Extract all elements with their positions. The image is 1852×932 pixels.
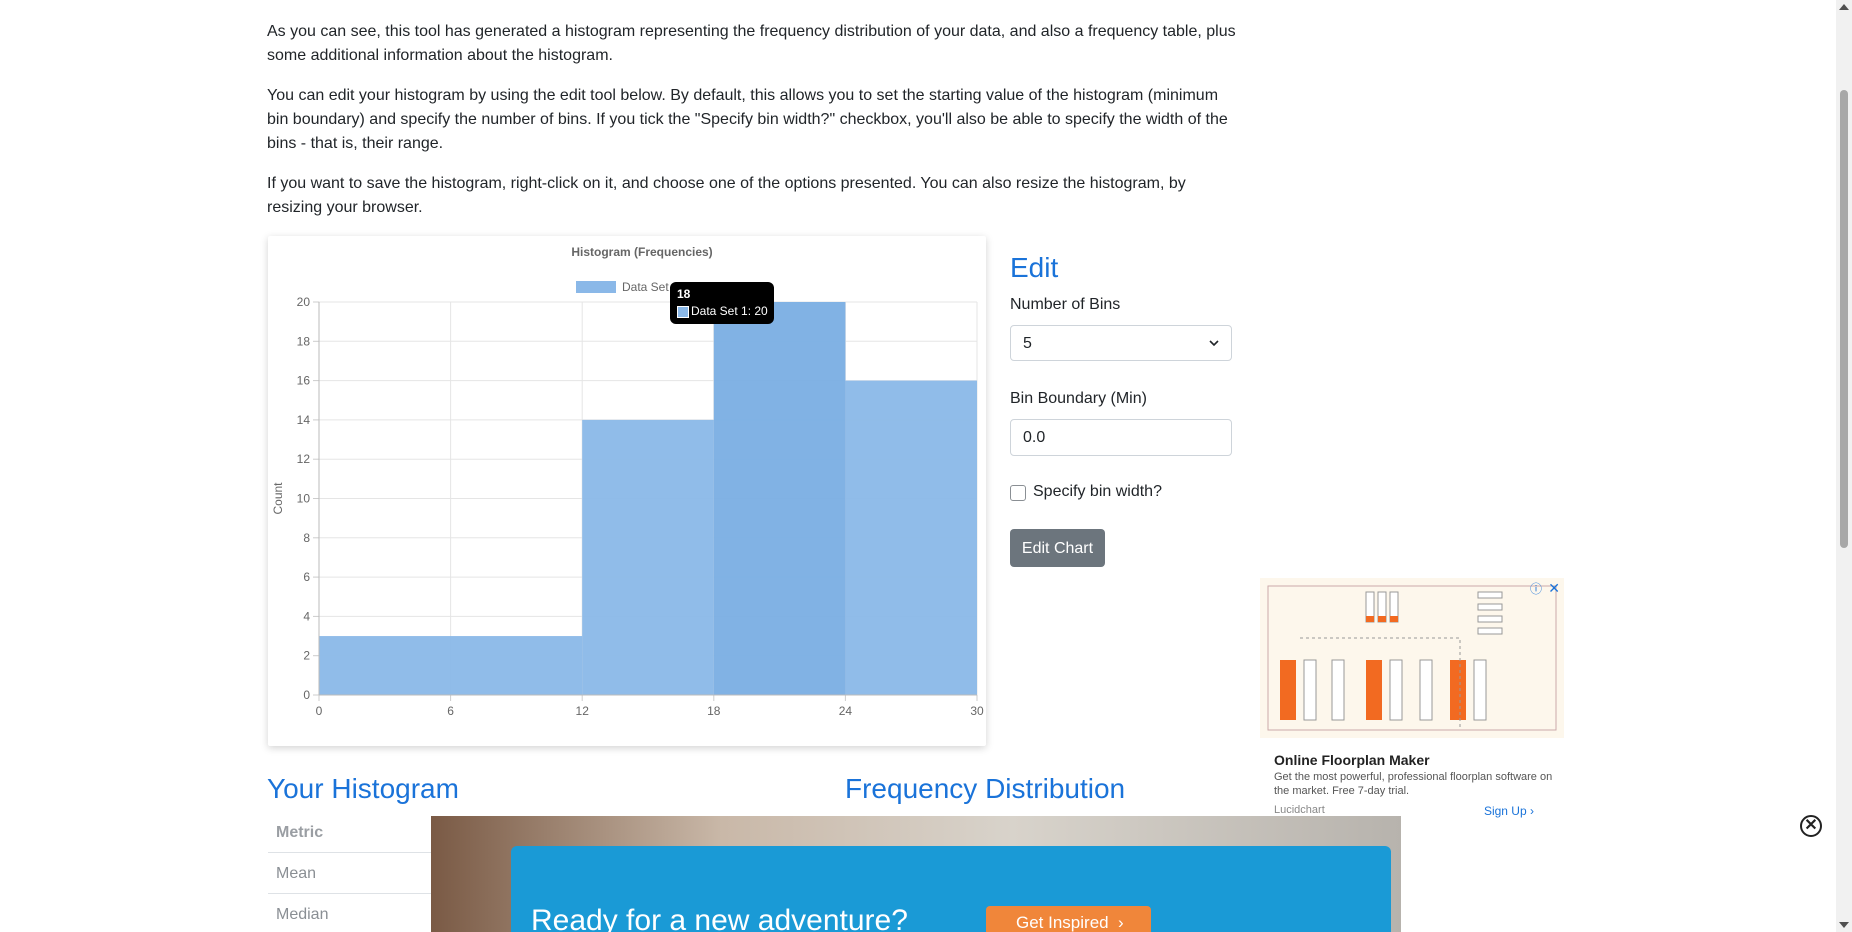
x-tick-label: 6 [447,704,454,718]
x-tick-label: 18 [707,704,721,718]
x-tick-label: 30 [970,704,984,718]
y-axis-label: Count [271,482,285,515]
tooltip-title: 18 [677,287,691,301]
y-tick-label: 0 [303,688,310,702]
bin-width-checkbox[interactable] [1010,485,1026,501]
table-divider [268,852,448,853]
x-tick-label: 0 [316,704,323,718]
bins-select[interactable]: 5 [1010,325,1232,361]
chart-title: Histogram (Frequencies) [571,245,712,259]
bins-select-value: 5 [1023,335,1032,352]
metric-row-mean: Mean [276,865,317,882]
bin-width-checkbox-label[interactable]: Specify bin width? [1033,483,1162,501]
chart-tooltip: 18 Data Set 1: 20 [670,282,774,324]
ad-description: Get the most powerful, professional floo… [1274,771,1553,797]
intro-paragraph-1: As you can see, this tool has generated … [267,23,1236,64]
your-histogram-heading: Your Histogram [267,773,459,804]
boundary-label: Bin Boundary (Min) [1010,390,1147,407]
ad-info-icon[interactable]: ⓘ [1530,580,1542,597]
scrollbar-thumb[interactable] [1840,90,1848,548]
x-tick-label: 24 [839,704,853,718]
edit-heading: Edit [1010,252,1059,283]
histogram-svg[interactable]: Histogram (Frequencies)Data Set024681012… [268,236,986,746]
bins-label: Number of Bins [1010,296,1121,313]
y-tick-label: 6 [303,570,310,584]
legend-swatch [576,281,616,293]
ad-banner-headline: Ready for a new adventure? [531,904,908,932]
ad-banner-cta-label: Get Inspired [1016,913,1109,932]
edit-chart-button[interactable]: Edit Chart [1010,529,1105,567]
x-tick-label: 12 [576,704,590,718]
y-tick-label: 14 [297,413,311,427]
metric-row-median: Median [276,906,329,923]
ad-brand: Lucidchart [1274,804,1325,816]
metric-header: Metric [276,824,324,841]
table-divider [268,893,448,894]
histogram-bar [713,302,846,695]
intro-paragraph-3: If you want to save the histogram, right… [267,175,1186,216]
ad-title[interactable]: Online Floorplan Maker [1274,752,1430,768]
y-tick-label: 16 [297,374,311,388]
scroll-down-icon[interactable] [1839,922,1849,928]
ad-signup-label: Sign Up [1483,804,1527,818]
ad-close-icon[interactable]: ✕ [1548,580,1560,597]
legend-label: Data Set [622,280,669,294]
ad-signup-link[interactable]: Sign Up › [1484,804,1534,818]
intro-paragraph-2: You can edit your histogram by using the… [267,87,1228,152]
histogram-chart[interactable]: Histogram (Frequencies) Data Set 0 2 4 6 8 10 12… [268,236,986,746]
page-scrollbar[interactable] [1836,0,1852,932]
ad-banner-cta-button[interactable]: Get Inspired › [986,906,1151,932]
y-tick-label: 20 [297,295,311,309]
advertisement-banner[interactable]: Ready for a new adventure? Get Inspired … [431,816,1401,932]
frequency-distribution-heading: Frequency Distribution [845,773,1126,804]
scroll-up-icon[interactable] [1839,4,1849,10]
y-tick-label: 4 [303,609,310,623]
close-icon[interactable]: ✕ [1800,815,1822,837]
y-tick-label: 12 [297,452,311,466]
histogram-bar [582,419,714,695]
tooltip-body: Data Set 1: 20 [691,304,768,318]
y-tick-label: 10 [297,492,311,506]
histogram-bar [845,380,977,695]
ad-floorplan-image [1260,578,1564,738]
tooltip-swatch [677,306,689,318]
chevron-down-icon [1209,340,1219,347]
histogram-bar [319,636,583,695]
y-tick-label: 8 [303,531,310,545]
y-tick-label: 2 [303,649,310,663]
bin-boundary-input[interactable]: 0.0 [1010,419,1232,456]
advertisement-floorplan[interactable]: ⓘ ✕ Online Floorplan Maker Get the most … [1260,578,1564,828]
y-tick-label: 18 [297,334,311,348]
